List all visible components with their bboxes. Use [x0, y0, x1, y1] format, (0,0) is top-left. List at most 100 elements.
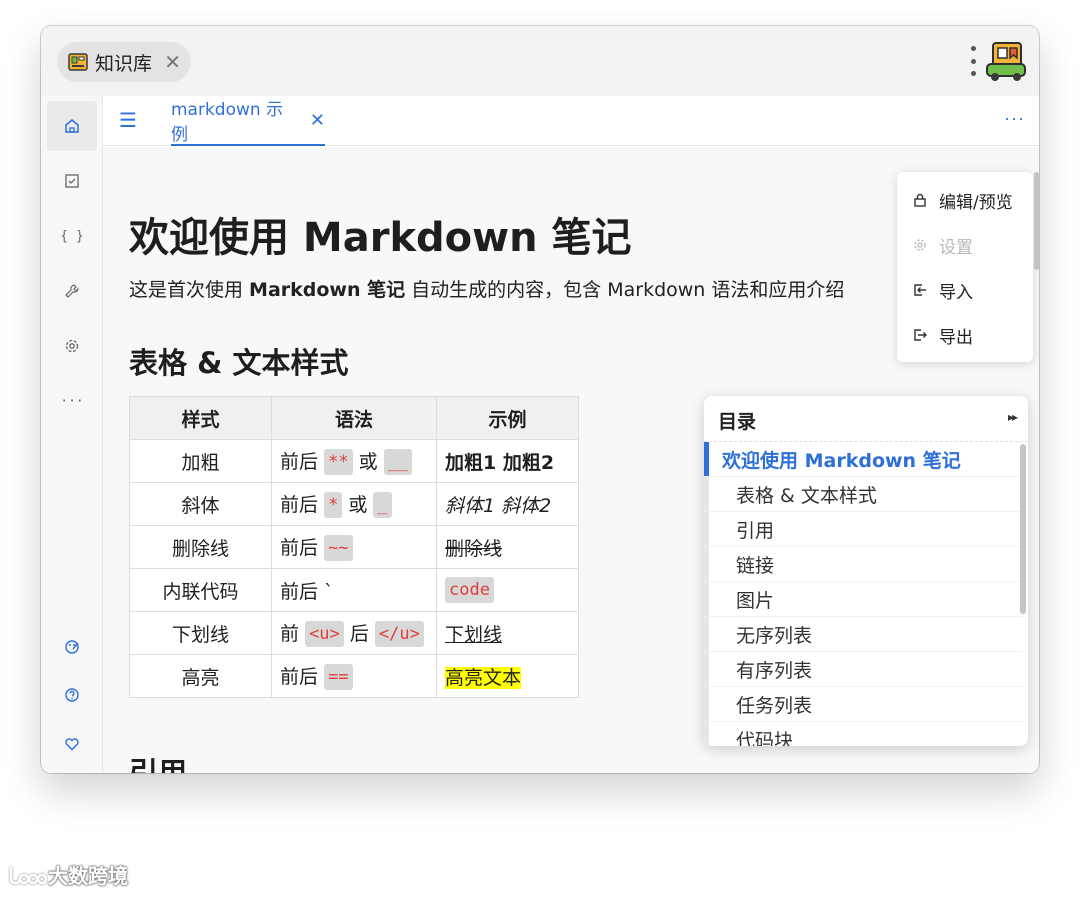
menu-item-label: 导入 — [939, 282, 973, 303]
intro-text-start: 这是首次使用 — [129, 279, 250, 301]
sidebar-item-favorite[interactable] — [47, 719, 97, 769]
sidebar-item-tools[interactable] — [47, 266, 97, 316]
toc-item[interactable]: 欢迎使用 Markdown 笔记 — [704, 442, 1022, 477]
doc-title: 欢迎使用 Markdown 笔记 — [129, 215, 632, 261]
heart-icon — [65, 738, 79, 751]
syntax-text: 前后 — [280, 665, 319, 688]
toc-item[interactable]: 代码块 — [704, 722, 1022, 747]
help-icon — [65, 688, 79, 702]
toc-item[interactable]: 图片 — [704, 582, 1022, 617]
doc-scrollbar[interactable] — [1034, 172, 1039, 270]
gear-icon — [914, 239, 926, 251]
menu-item-label: 设置 — [939, 237, 973, 258]
watermark-logo-icon — [9, 866, 48, 884]
syntax-text: 前后 — [280, 536, 319, 559]
table-cell-style: 斜体 — [129, 482, 272, 526]
checkbox-icon — [65, 174, 79, 188]
table-cell-example: 高亮文本 — [436, 654, 579, 698]
syntax-text: 或 — [358, 450, 378, 473]
wrench-icon — [65, 284, 80, 298]
window-menu-icon[interactable] — [968, 46, 978, 76]
inline-code: __ — [383, 449, 413, 476]
toc-collapse-icon[interactable]: ▸▸ — [1008, 410, 1018, 424]
table-cell-example: 斜体1 斜体2 — [436, 482, 579, 526]
watermark: 大数跨境 — [8, 860, 128, 889]
toc-scrollbar[interactable] — [1020, 444, 1026, 614]
toc-item[interactable]: 有序列表 — [704, 652, 1022, 687]
tab-more-icon[interactable]: ··· — [1004, 108, 1025, 129]
inline-code: ~~ — [324, 535, 353, 562]
tab-markdown-example[interactable]: markdown 示例 ✕ — [171, 96, 325, 146]
inline-code: </u> — [374, 621, 424, 648]
table-cell-example: code — [436, 568, 579, 612]
title-bar: 知识库 ✕ — [41, 26, 1039, 96]
sidebar-item-settings[interactable] — [47, 321, 97, 371]
app-tab-knowledge-base[interactable]: 知识库 ✕ — [57, 42, 191, 82]
app-tab-close-icon[interactable]: ✕ — [164, 50, 181, 75]
table-cell-syntax: 前 <u> 后 </u> — [271, 611, 437, 655]
table-cell-syntax: 前后 == — [271, 654, 437, 698]
toc-item[interactable]: 无序列表 — [704, 617, 1022, 652]
watermark-text: 大数跨境 — [48, 864, 128, 888]
toc-panel: 目录 ▸▸ 欢迎使用 Markdown 笔记 表格 & 文本样式 引用 链接 图… — [704, 396, 1028, 746]
sidebar-item-tasks[interactable] — [47, 156, 97, 206]
menu-item-export[interactable]: 导出 — [897, 315, 1033, 355]
table-cell-syntax: 前后 ~~ — [271, 525, 437, 569]
table-header: 示例 — [436, 396, 579, 440]
menu-item-label: 导出 — [939, 327, 973, 348]
syntax-text: 前后 — [280, 450, 319, 473]
lock-icon — [914, 193, 926, 207]
table-cell-style: 删除线 — [129, 525, 272, 569]
sidebar-item-theme[interactable] — [47, 622, 97, 672]
inline-code: <u> — [305, 621, 344, 648]
inline-code: == — [324, 664, 353, 691]
table-cell-syntax: 前后 ** 或 __ — [271, 439, 437, 483]
import-icon — [914, 284, 926, 296]
theme-icon — [65, 640, 79, 654]
app-tab-label: 知识库 — [95, 52, 153, 75]
inline-code: _ — [373, 492, 392, 519]
sidebar-item-more[interactable]: ··· — [47, 376, 97, 426]
export-icon — [914, 329, 927, 341]
styles-table: 样式 语法 示例 加粗 前后 ** 或 __ 加粗1 加粗2 斜体 前后 * 或… — [129, 396, 579, 698]
table-cell-example: 加粗1 加粗2 — [436, 439, 579, 483]
table-row: 删除线 前后 ~~ 删除线 — [129, 525, 579, 569]
table-header-row: 样式 语法 示例 — [129, 396, 579, 440]
doc-tab-close-icon[interactable]: ✕ — [310, 110, 325, 131]
toc-item[interactable]: 任务列表 — [704, 687, 1022, 722]
highlight-text: 高亮文本 — [445, 666, 522, 689]
section-heading-quote: 引用 — [129, 756, 188, 773]
syntax-text: 前 — [280, 622, 300, 645]
intro-text-end: 自动生成的内容，包含 Markdown 语法和应用介绍 — [405, 279, 845, 301]
toc-header: 目录 ▸▸ — [704, 396, 1028, 442]
table-cell-style: 高亮 — [129, 654, 272, 698]
knowledge-base-icon — [68, 53, 88, 71]
app-logo-icon — [986, 42, 1026, 81]
toc-item[interactable]: 引用 — [704, 512, 1022, 547]
table-cell-style: 下划线 — [129, 611, 272, 655]
doc-intro: 这是首次使用 Markdown 笔记 自动生成的内容，包含 Markdown 语… — [129, 275, 844, 302]
hamburger-icon[interactable]: ☰ — [119, 111, 137, 131]
home-icon — [65, 119, 79, 133]
menu-item-edit-preview[interactable]: 编辑/预览 — [897, 180, 1033, 220]
sidebar-item-code[interactable]: { } — [47, 211, 97, 261]
table-header: 样式 — [129, 396, 272, 440]
table-header: 语法 — [271, 396, 437, 440]
toc-item[interactable]: 链接 — [704, 547, 1022, 582]
section-heading-table: 表格 & 文本样式 — [129, 346, 349, 380]
sidebar-item-help[interactable] — [47, 670, 97, 720]
settings-icon — [65, 339, 79, 353]
table-cell-example: 下划线 — [436, 611, 579, 655]
toc-item[interactable]: 表格 & 文本样式 — [704, 477, 1022, 512]
table-row: 高亮 前后 == 高亮文本 — [129, 654, 579, 698]
menu-item-import[interactable]: 导入 — [897, 270, 1033, 310]
doc-tab-label: markdown 示例 — [171, 100, 284, 145]
sidebar-item-home[interactable] — [47, 101, 97, 151]
doc-options-menu: 编辑/预览 设置 导入 导出 — [897, 172, 1033, 362]
menu-item-label: 编辑/预览 — [939, 192, 1013, 213]
syntax-text: 或 — [348, 493, 368, 516]
menu-item-settings[interactable]: 设置 — [897, 225, 1033, 265]
table-cell-example: 删除线 — [436, 525, 579, 569]
doc-tab-bar: ☰ markdown 示例 ✕ ··· — [103, 96, 1039, 146]
syntax-text: 后 — [349, 622, 369, 645]
